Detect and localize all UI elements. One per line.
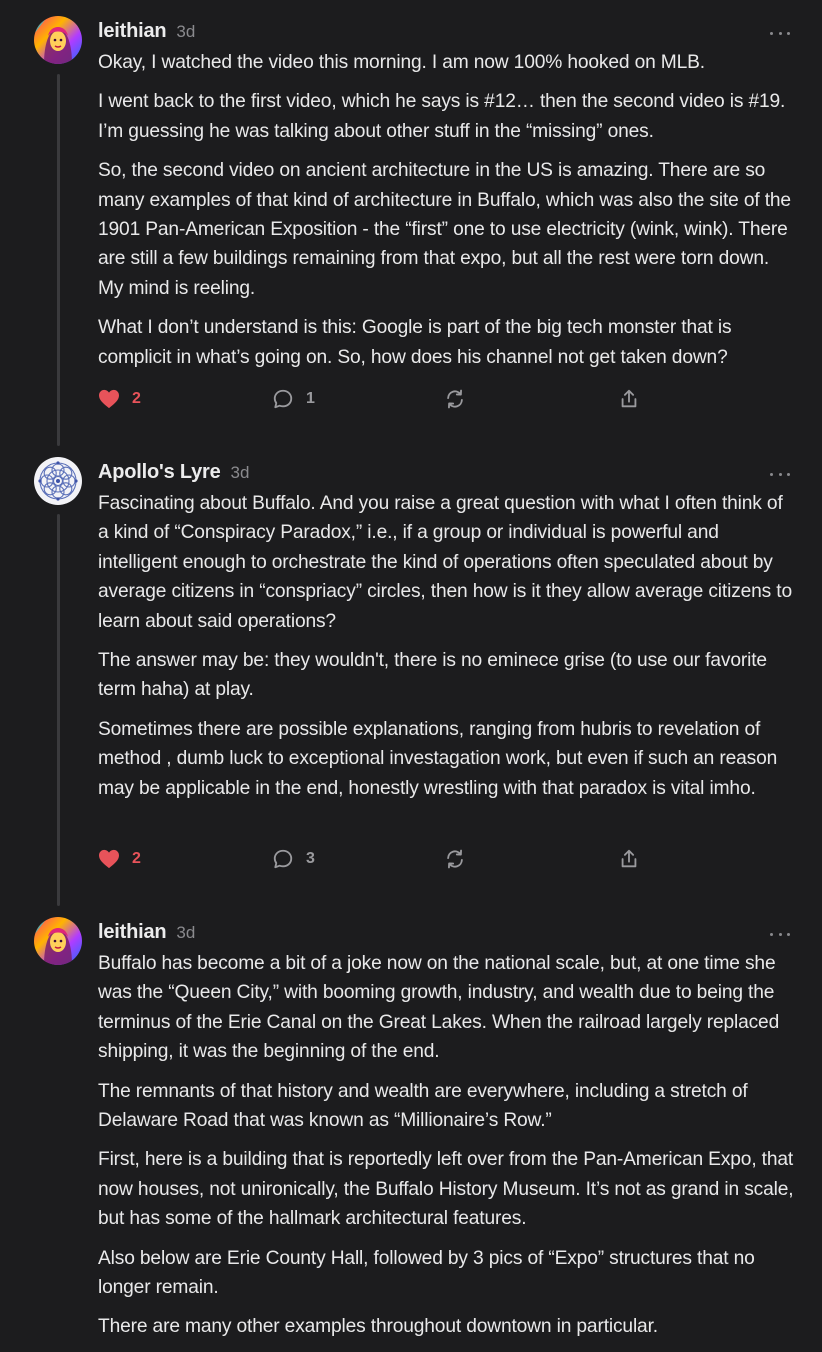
comment: leithian 3d Okay, I watched the video th… <box>0 16 822 436</box>
author-name[interactable]: leithian <box>98 20 167 43</box>
comment-header: leithian 3d <box>98 921 195 947</box>
avatar[interactable] <box>34 16 82 64</box>
comment-actions: 2 3 <box>98 845 658 873</box>
share-button[interactable] <box>618 385 640 413</box>
reply-button[interactable]: 1 <box>272 385 315 413</box>
comment-body: Okay, I watched the video this morning. … <box>98 48 798 382</box>
comment-header: Apollo's Lyre 3d <box>98 461 249 487</box>
reply-count: 1 <box>306 390 315 407</box>
comment: Apollo's Lyre 3d Fascinating about Buffa… <box>0 457 822 887</box>
heart-icon <box>99 849 119 869</box>
comment-body: Fascinating about Buffalo. And you raise… <box>98 489 798 813</box>
paragraph: Buffalo has become a bit of a joke now o… <box>98 953 780 1063</box>
restack-icon <box>447 389 463 409</box>
heart-icon <box>99 389 119 409</box>
colorful-portrait-avatar-icon <box>34 16 82 64</box>
colorful-portrait-avatar-icon <box>34 917 82 965</box>
paragraph: What I don’t understand is this: Google … <box>98 317 732 368</box>
avatar[interactable] <box>34 917 82 965</box>
mandala-avatar-icon <box>34 457 82 505</box>
restack-icon <box>447 849 463 869</box>
paragraph: Also below are Erie County Hall, followe… <box>98 1247 755 1299</box>
speech-bubble-icon <box>273 389 293 409</box>
paragraph: First, here is a building that is report… <box>98 1149 794 1230</box>
paragraph: So, the second video on ancient architec… <box>98 160 791 299</box>
restack-button[interactable] <box>444 385 466 413</box>
timestamp[interactable]: 3d <box>176 22 195 42</box>
paragraph: Okay, I watched the video this morning. … <box>98 52 705 73</box>
paragraph: Fascinating about Buffalo. And you raise… <box>98 493 793 632</box>
paragraph: The remnants of that history and wealth … <box>98 1080 748 1132</box>
like-button[interactable]: 2 <box>98 845 141 873</box>
comment-actions: 2 1 <box>98 385 658 413</box>
reply-count: 3 <box>306 850 315 867</box>
like-button[interactable]: 2 <box>98 385 141 413</box>
timestamp[interactable]: 3d <box>231 463 250 483</box>
comment: leithian 3d Buffalo has become a bit of … <box>0 917 822 1346</box>
avatar[interactable] <box>34 457 82 505</box>
paragraph: The answer may be: they wouldn't, there … <box>98 650 767 701</box>
reply-button[interactable]: 3 <box>272 845 315 873</box>
timestamp[interactable]: 3d <box>176 923 195 943</box>
share-icon <box>621 849 637 868</box>
more-options-icon[interactable] <box>770 471 790 477</box>
comment-body: Buffalo has become a bit of a joke now o… <box>98 949 798 1352</box>
more-options-icon[interactable] <box>770 931 790 937</box>
author-name[interactable]: Apollo's Lyre <box>98 461 221 484</box>
more-options-icon[interactable] <box>770 30 790 36</box>
paragraph: There are many other examples throughout… <box>98 1316 658 1338</box>
share-button[interactable] <box>618 845 640 873</box>
restack-button[interactable] <box>444 845 466 873</box>
share-icon <box>621 389 637 408</box>
author-name[interactable]: leithian <box>98 921 167 944</box>
speech-bubble-icon <box>273 849 293 869</box>
paragraph: Sometimes there are possible explanation… <box>98 718 778 799</box>
like-count: 2 <box>132 390 141 407</box>
comment-header: leithian 3d <box>98 20 195 46</box>
like-count: 2 <box>132 850 141 867</box>
paragraph: I went back to the first video, which he… <box>98 91 786 142</box>
